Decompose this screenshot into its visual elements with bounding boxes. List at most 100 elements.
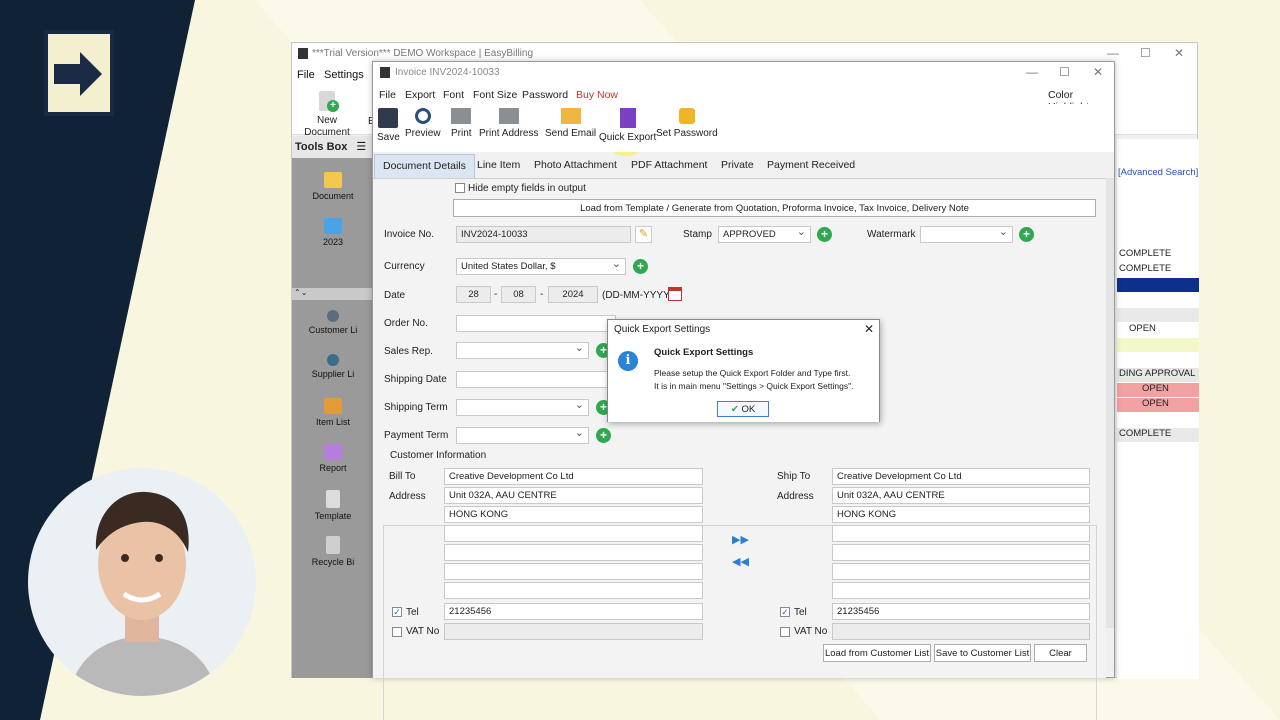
status-list-row[interactable]: OPEN (1117, 398, 1199, 412)
tab-private[interactable]: Private (721, 159, 754, 171)
date-year-field[interactable]: 2024 (548, 286, 598, 303)
tab-line-item[interactable]: Line Item (477, 159, 520, 171)
sidebar-item-report[interactable]: Report (292, 444, 374, 473)
status-list-row[interactable]: COMPLETE (1117, 428, 1199, 442)
status-list-row[interactable]: COMPLETE (1117, 248, 1199, 262)
status-list-row[interactable]: DING APPROVAL (1117, 368, 1199, 382)
ship-address-line-3[interactable] (832, 525, 1090, 542)
menu-buy-now[interactable]: Buy Now (576, 89, 618, 101)
status-list-row[interactable] (1117, 353, 1199, 367)
preview-button[interactable]: Preview (405, 108, 441, 139)
sidebar-item-customer-list[interactable]: Customer Li (292, 310, 374, 335)
status-list-row[interactable] (1117, 278, 1199, 292)
tab-document-details[interactable]: Document Details (374, 154, 475, 178)
close-icon[interactable]: ✕ (1093, 65, 1103, 79)
order-no-field[interactable] (456, 315, 616, 332)
add-currency-icon[interactable]: + (633, 259, 648, 274)
sidebar-item-recycle-bin[interactable]: Recycle Bi (292, 536, 374, 567)
bill-address-line-6[interactable] (444, 582, 703, 599)
ship-address-line-6[interactable] (832, 582, 1090, 599)
bill-address-line-2[interactable]: HONG KONG (444, 506, 703, 523)
collapse-arrows-icon[interactable]: ⌃⌄ (292, 288, 374, 300)
print-button[interactable]: Print (451, 108, 472, 139)
form-scrollbar[interactable] (1106, 178, 1114, 628)
edit-pencil-icon[interactable]: ✎ (635, 226, 652, 243)
quick-export-button[interactable]: Quick Export (599, 108, 656, 143)
ship-address-line-2[interactable]: HONG KONG (832, 506, 1090, 523)
menu-font-size[interactable]: Font Size (473, 89, 517, 101)
bill-address-line-3[interactable] (444, 525, 703, 542)
status-list-row[interactable]: OPEN (1117, 383, 1199, 397)
status-list-row[interactable] (1117, 308, 1199, 322)
ship-to-field[interactable]: Creative Development Co Ltd (832, 468, 1090, 485)
dialog-close-icon[interactable]: ✕ (864, 322, 874, 336)
tab-pdf-attachment[interactable]: PDF Attachment (631, 159, 707, 171)
bill-vat-checkbox[interactable] (392, 627, 402, 637)
ship-vat-checkbox[interactable] (780, 627, 790, 637)
ok-button[interactable]: ✔ OK (717, 401, 769, 417)
menu-export[interactable]: Export (405, 89, 435, 101)
save-button[interactable]: Save (377, 108, 400, 143)
bill-vat-field[interactable] (444, 623, 703, 640)
status-list-row[interactable]: COMPLETE (1117, 263, 1199, 277)
sidebar-item-2023[interactable]: 2023 (292, 218, 374, 247)
ship-address-line-1[interactable]: Unit 032A, AAU CENTRE (832, 487, 1090, 504)
currency-select[interactable]: United States Dollar, $ (456, 257, 626, 275)
menu-settings[interactable]: Settings (324, 69, 364, 81)
minimize-icon[interactable]: — (1107, 46, 1119, 60)
ship-tel-field[interactable]: 21235456 (832, 603, 1090, 620)
ship-address-line-5[interactable] (832, 563, 1090, 580)
advanced-search-link[interactable]: [Advanced Search] (1118, 167, 1198, 178)
menu-file[interactable]: File (297, 69, 315, 81)
stamp-select[interactable]: APPROVED (718, 225, 811, 243)
bill-to-field[interactable]: Creative Development Co Ltd (444, 468, 703, 485)
print-address-button[interactable]: Print Address (479, 108, 538, 139)
sidebar-item-item-list[interactable]: Item List (292, 398, 374, 427)
menu-password[interactable]: Password (522, 89, 568, 101)
calendar-icon[interactable] (668, 287, 682, 301)
watermark-select[interactable] (920, 225, 1013, 243)
sidebar-item-document[interactable]: Document (292, 172, 374, 201)
load-template-button[interactable]: Load from Template / Generate from Quota… (453, 199, 1096, 217)
ship-tel-checkbox[interactable]: ✓ (780, 607, 790, 617)
close-icon[interactable]: ✕ (1174, 46, 1184, 60)
list-view-icon[interactable]: ☰ (356, 141, 366, 153)
maximize-icon[interactable]: ☐ (1140, 46, 1151, 60)
copy-left-icon[interactable]: ◀◀ (732, 555, 749, 568)
bill-address-line-4[interactable] (444, 544, 703, 561)
ship-vat-field[interactable] (832, 623, 1090, 640)
sidebar-item-supplier-list[interactable]: Supplier Li (292, 354, 374, 379)
set-password-button[interactable]: Set Password (656, 108, 718, 139)
save-to-customer-list-button[interactable]: Save to Customer List (934, 644, 1031, 662)
load-from-customer-list-button[interactable]: Load from Customer List (823, 644, 931, 662)
status-list-row[interactable]: OPEN (1117, 323, 1199, 337)
date-month-field[interactable]: 08 (501, 286, 536, 303)
shipping-term-select[interactable] (456, 398, 589, 416)
bill-address-line-1[interactable]: Unit 032A, AAU CENTRE (444, 487, 703, 504)
menu-font[interactable]: Font (443, 89, 464, 101)
bill-tel-checkbox[interactable]: ✓ (392, 607, 402, 617)
copy-right-icon[interactable]: ▶▶ (732, 533, 749, 546)
status-list-row[interactable] (1117, 293, 1199, 307)
send-email-button[interactable]: Send Email (545, 108, 596, 139)
status-list-row[interactable] (1117, 338, 1199, 352)
add-stamp-icon[interactable]: + (817, 227, 832, 242)
tab-payment-received[interactable]: Payment Received (767, 159, 855, 171)
sidebar-item-template[interactable]: Template (292, 490, 374, 521)
add-watermark-icon[interactable]: + (1019, 227, 1034, 242)
maximize-icon[interactable]: ☐ (1059, 65, 1070, 79)
shipping-date-field[interactable] (456, 371, 616, 388)
menu-file[interactable]: File (379, 89, 396, 101)
payment-term-select[interactable] (456, 426, 589, 444)
tab-photo-attachment[interactable]: Photo Attachment (534, 159, 617, 171)
date-day-field[interactable]: 28 (456, 286, 491, 303)
hide-empty-checkbox[interactable] (455, 183, 465, 193)
ship-address-line-4[interactable] (832, 544, 1090, 561)
sales-rep-select[interactable] (456, 341, 589, 359)
add-payment-term-icon[interactable]: + (596, 428, 611, 443)
status-list-row[interactable] (1117, 413, 1199, 427)
bill-address-line-5[interactable] (444, 563, 703, 580)
clear-button[interactable]: Clear (1034, 644, 1087, 662)
bill-tel-field[interactable]: 21235456 (444, 603, 703, 620)
minimize-icon[interactable]: — (1026, 65, 1038, 79)
